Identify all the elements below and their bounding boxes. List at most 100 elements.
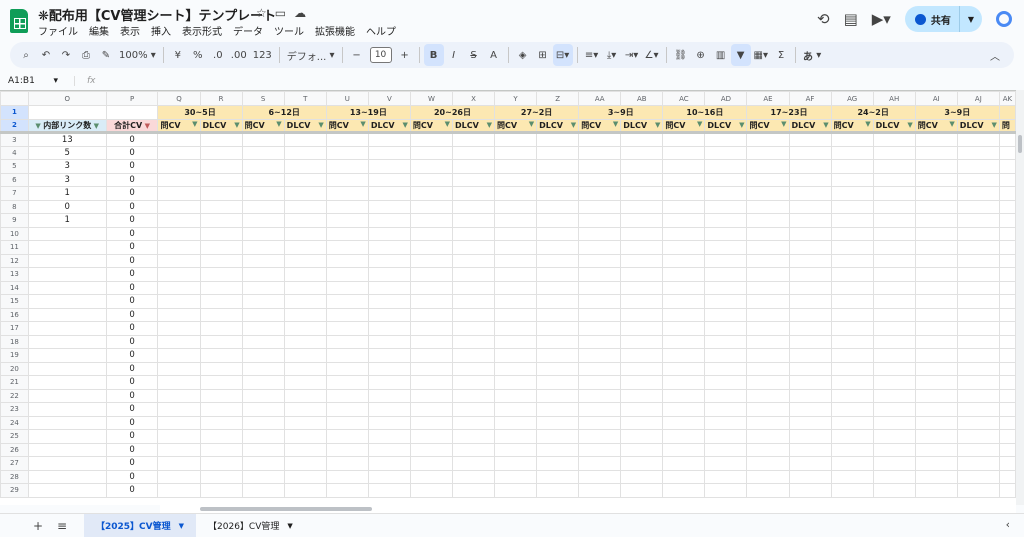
cell[interactable] <box>157 388 201 403</box>
cell[interactable] <box>830 361 874 376</box>
week-label[interactable]: 6~12日 <box>241 105 327 120</box>
sheets-logo-icon[interactable] <box>10 9 28 33</box>
cell[interactable] <box>956 186 1000 201</box>
cell[interactable] <box>914 415 958 430</box>
cell[interactable] <box>367 361 411 376</box>
cell[interactable] <box>451 253 496 268</box>
cell[interactable] <box>494 226 538 241</box>
cell[interactable] <box>325 388 369 403</box>
cell[interactable] <box>578 429 622 444</box>
cell[interactable] <box>494 199 538 214</box>
cell[interactable] <box>409 280 453 295</box>
cell[interactable] <box>199 442 243 457</box>
cell[interactable] <box>157 429 201 444</box>
cell[interactable] <box>620 145 664 160</box>
filter-icon[interactable]: ▼ <box>655 121 660 129</box>
cell[interactable] <box>956 172 1000 187</box>
cell[interactable] <box>830 159 874 174</box>
cell[interactable] <box>367 240 411 255</box>
cell[interactable] <box>578 226 622 241</box>
cell[interactable] <box>998 159 1016 174</box>
cell[interactable] <box>199 132 243 147</box>
cell[interactable] <box>788 456 832 471</box>
share-dropdown-icon[interactable]: ▼ <box>958 6 982 32</box>
link-count-cell[interactable] <box>27 469 107 484</box>
cell[interactable] <box>746 388 790 403</box>
cell[interactable] <box>704 132 748 147</box>
cell[interactable] <box>578 307 622 322</box>
account-avatar-icon[interactable] <box>996 11 1012 27</box>
column-header[interactable]: U <box>325 91 369 106</box>
cell[interactable] <box>578 402 622 417</box>
cell[interactable] <box>998 226 1016 241</box>
cell[interactable] <box>704 469 748 484</box>
cell[interactable] <box>956 280 1000 295</box>
cell[interactable] <box>620 483 664 498</box>
cell[interactable] <box>199 280 243 295</box>
cell[interactable] <box>830 456 874 471</box>
cell[interactable] <box>451 321 496 336</box>
link-count-cell[interactable] <box>27 307 107 322</box>
cell[interactable] <box>956 145 1000 160</box>
inquiry-cv-header[interactable]: 問CV ▼ <box>830 118 874 134</box>
cell[interactable] <box>746 334 790 349</box>
cell[interactable] <box>325 469 369 484</box>
cell[interactable] <box>914 321 958 336</box>
cell[interactable] <box>578 375 622 390</box>
cell[interactable] <box>620 280 664 295</box>
cell[interactable] <box>914 172 958 187</box>
inquiry-cv-header-partial[interactable]: 問 <box>998 118 1016 134</box>
cell[interactable] <box>704 361 748 376</box>
cell[interactable] <box>367 267 411 282</box>
cell[interactable] <box>788 348 832 363</box>
download-cv-header[interactable]: DLCV ▼ <box>788 118 832 134</box>
row-header[interactable]: 29 <box>0 483 29 498</box>
cell[interactable] <box>283 429 327 444</box>
cell[interactable] <box>367 388 411 403</box>
cell[interactable] <box>662 145 706 160</box>
cell[interactable] <box>578 213 622 228</box>
cell[interactable] <box>830 402 874 417</box>
cell[interactable] <box>578 132 622 147</box>
cell[interactable] <box>325 172 369 187</box>
cell[interactable] <box>325 132 369 147</box>
cell[interactable] <box>199 388 243 403</box>
filter-icon[interactable]: ▼ <box>445 120 450 128</box>
link-count-cell[interactable]: 0 <box>27 199 107 214</box>
cell[interactable] <box>956 240 1000 255</box>
horizontal-scrollbar[interactable] <box>160 505 1016 513</box>
zoom-select[interactable]: 100% ▾ <box>116 44 159 66</box>
insert-chart-icon[interactable]: ▥ <box>711 44 731 66</box>
total-cv-cell[interactable]: 0 <box>105 132 159 147</box>
cell[interactable] <box>746 267 790 282</box>
spreadsheet-grid[interactable]: O P Q R S T U V W X Y Z AA AB AC AD AE AF AG AH AI AJ AK 1 30~5… <box>0 90 1016 505</box>
link-count-cell[interactable] <box>27 415 107 430</box>
row-header[interactable]: 17 <box>0 321 29 336</box>
week-label[interactable]: 24~2日 <box>830 105 916 120</box>
menu-insert[interactable]: 挿入 <box>151 23 171 38</box>
cell[interactable] <box>451 375 496 390</box>
cell[interactable] <box>409 483 453 498</box>
cell[interactable] <box>704 199 748 214</box>
cell[interactable] <box>956 213 1000 228</box>
total-cv-cell[interactable]: 0 <box>105 226 159 241</box>
merge-cells-icon[interactable]: ⊟▾ <box>552 44 573 66</box>
cell[interactable] <box>620 321 664 336</box>
cell[interactable] <box>998 199 1016 214</box>
total-cv-cell[interactable]: 0 <box>105 172 159 187</box>
cell[interactable] <box>620 294 664 309</box>
row-header[interactable]: 20 <box>0 361 29 376</box>
cell[interactable] <box>788 388 832 403</box>
cell[interactable] <box>872 334 916 349</box>
cell[interactable] <box>536 442 580 457</box>
cell[interactable] <box>746 361 790 376</box>
inquiry-cv-header[interactable]: 問CV ▼ <box>578 118 622 134</box>
cell[interactable] <box>998 172 1016 187</box>
cell[interactable] <box>788 240 832 255</box>
filter-icon[interactable]: ▼ <box>318 121 323 129</box>
cell[interactable] <box>746 415 790 430</box>
cell[interactable] <box>494 253 538 268</box>
cell[interactable] <box>451 280 496 295</box>
cell[interactable] <box>788 469 832 484</box>
cell[interactable] <box>998 483 1016 498</box>
